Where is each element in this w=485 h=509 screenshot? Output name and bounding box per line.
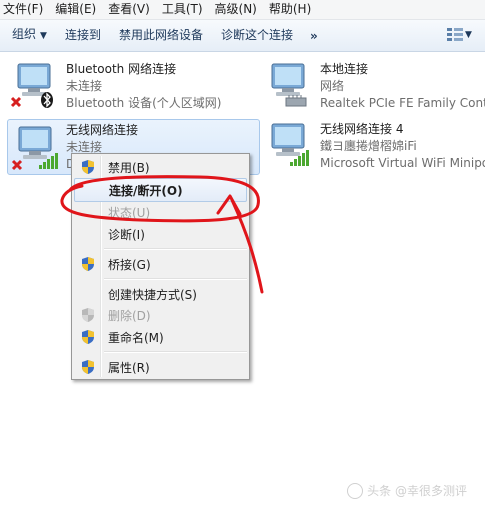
connection-local[interactable]: 本地连接 网络 Realtek PCIe FE Family Controlle…: [264, 60, 485, 114]
menu-item-properties[interactable]: 属性(R): [74, 356, 247, 378]
connection-device: Microsoft Virtual WiFi Miniport Adapter: [320, 156, 485, 170]
connection-device: Bluetooth 设备(个人区域网): [66, 96, 222, 110]
diagnose-connection-button[interactable]: 诊断这个连接: [212, 20, 302, 51]
connection-status: 鐵ヨ廛捲熷槢婂iFi: [320, 139, 417, 153]
connection-name: 无线网络连接: [66, 123, 139, 137]
uac-shield-icon: [82, 257, 94, 271]
wireless-network-icon: [271, 123, 309, 166]
connection-name: 无线网络连接 4: [320, 122, 404, 136]
menu-edit[interactable]: 编辑(E): [49, 0, 102, 19]
menu-item-rename[interactable]: 重命名(M): [74, 326, 247, 348]
chevron-down-icon: ▼: [465, 30, 472, 40]
menu-tools[interactable]: 工具(T): [156, 0, 209, 19]
menu-view[interactable]: 查看(V): [102, 0, 156, 19]
uac-shield-icon: [82, 160, 94, 174]
menu-item-diagnose[interactable]: 诊断(I): [74, 223, 247, 245]
menu-separator: [104, 278, 247, 280]
menu-item-connect-disconnect[interactable]: 连接/断开(O): [74, 178, 247, 202]
uac-shield-icon: [82, 360, 94, 374]
uac-shield-icon: [82, 308, 94, 322]
uac-shield-icon: [82, 330, 94, 344]
connect-to-button[interactable]: 连接到: [56, 20, 110, 51]
wireless-network-icon: [11, 126, 58, 171]
connection-name: Bluetooth 网络连接: [66, 62, 177, 76]
connection-device: Realtek PCIe FE Family Controller: [320, 96, 485, 110]
menu-item-disable[interactable]: 禁用(B): [74, 156, 247, 178]
context-menu: 禁用(B) 连接/断开(O) 状态(U) 诊断(I) 桥接(G) 创建快捷方式(…: [71, 153, 250, 380]
chevron-down-icon: ▼: [40, 31, 47, 41]
command-bar: 组织 ▼ 连接到 禁用此网络设备 诊断这个连接 » ▼: [0, 20, 485, 52]
menu-item-delete[interactable]: 删除(D): [74, 304, 247, 326]
bluetooth-network-icon: [10, 63, 53, 108]
menu-advanced[interactable]: 高级(N): [209, 0, 263, 19]
watermark-logo-icon: [347, 483, 364, 499]
menu-file[interactable]: 文件(F): [0, 0, 49, 19]
menu-item-status[interactable]: 状态(U): [74, 201, 247, 223]
connection-status: 未连接: [66, 79, 103, 93]
disable-device-button[interactable]: 禁用此网络设备: [110, 20, 212, 51]
menu-bar: 文件(F) 编辑(E) 查看(V) 工具(T) 高级(N) 帮助(H): [0, 0, 485, 20]
menu-help[interactable]: 帮助(H): [263, 0, 317, 19]
watermark: 头条 @幸很多测评: [347, 482, 467, 499]
more-commands-button[interactable]: »: [302, 29, 326, 43]
view-options-icon: [447, 28, 463, 41]
menu-separator: [104, 248, 247, 250]
organize-button[interactable]: 组织 ▼: [0, 19, 56, 52]
menu-separator: [104, 351, 247, 353]
connection-name: 本地连接: [320, 62, 369, 76]
change-view-button[interactable]: ▼: [447, 26, 473, 44]
menu-item-bridge[interactable]: 桥接(G): [74, 253, 247, 275]
connection-bluetooth[interactable]: Bluetooth 网络连接 未连接 Bluetooth 设备(个人区域网): [10, 60, 240, 114]
menu-item-create-shortcut[interactable]: 创建快捷方式(S): [74, 283, 247, 305]
connection-status: 网络: [320, 79, 345, 93]
ethernet-network-icon: [271, 63, 307, 107]
connection-wireless-4[interactable]: 无线网络连接 4 鐵ヨ廛捲熷槢婂iFi Microsoft Virtual Wi…: [264, 120, 485, 174]
